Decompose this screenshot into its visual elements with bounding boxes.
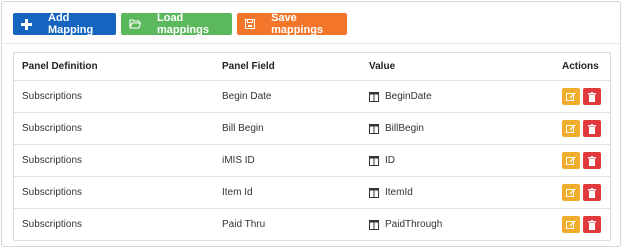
actions-cell [562, 145, 604, 176]
table-column-icon [369, 155, 379, 166]
save-mappings-button[interactable]: Save mappings [237, 12, 347, 36]
panel-field-cell: iMIS ID [222, 155, 255, 166]
column-header-value: Value [369, 61, 396, 72]
column-header-panel-field: Panel Field [222, 61, 275, 72]
value-cell: PaidThrough [369, 209, 442, 240]
panel-definition-cell: Subscriptions [22, 123, 83, 134]
value-text: ItemId [385, 187, 413, 198]
edit-icon [566, 188, 576, 197]
table-column-icon [369, 123, 379, 134]
add-mapping-label: Add Mapping [48, 12, 94, 36]
value-cell: BillBegin [369, 113, 424, 144]
trash-icon [588, 123, 596, 134]
folder-open-icon [129, 18, 141, 30]
table-row: Subscriptions Item Id ItemId [14, 177, 610, 209]
panel-definition-cell: Subscriptions [22, 187, 83, 198]
edit-icon [566, 220, 576, 229]
table-row: Subscriptions Paid Thru PaidThrough [14, 209, 610, 240]
panel-definition-cell: Subscriptions [22, 219, 83, 230]
table-column-icon [369, 187, 379, 198]
panel-field-cell: Paid Thru [222, 219, 266, 230]
trash-icon [588, 155, 596, 166]
toolbar: Add Mapping Load mappings Save mappings [13, 12, 347, 36]
delete-button[interactable] [583, 216, 601, 233]
edit-button[interactable] [562, 120, 580, 137]
table-header: Panel Definition Panel Field Value Actio… [14, 53, 610, 81]
actions-cell [562, 209, 604, 240]
table-column-icon [369, 91, 379, 102]
save-mappings-label: Save mappings [271, 12, 324, 36]
delete-button[interactable] [583, 120, 601, 137]
value-cell: ID [369, 145, 395, 176]
delete-button[interactable] [583, 88, 601, 105]
value-text: ID [385, 155, 395, 166]
table-row: Subscriptions Begin Date BeginDate [14, 81, 610, 113]
panel-definition-cell: Subscriptions [22, 155, 83, 166]
edit-icon [566, 92, 576, 101]
actions-cell [562, 177, 604, 208]
mappings-panel: Add Mapping Load mappings Save mappings … [1, 1, 621, 247]
table-row: Subscriptions Bill Begin BillBegin [14, 113, 610, 145]
load-mappings-button[interactable]: Load mappings [121, 12, 232, 36]
value-text: BeginDate [385, 91, 432, 102]
edit-button[interactable] [562, 216, 580, 233]
edit-icon [566, 156, 576, 165]
value-cell: BeginDate [369, 81, 432, 112]
toolbar-divider [3, 43, 621, 44]
trash-icon [588, 187, 596, 198]
delete-button[interactable] [583, 152, 601, 169]
panel-field-cell: Begin Date [222, 91, 272, 102]
table-row: Subscriptions iMIS ID ID [14, 145, 610, 177]
value-cell: ItemId [369, 177, 413, 208]
mappings-table: Panel Definition Panel Field Value Actio… [13, 52, 611, 241]
panel-field-cell: Bill Begin [222, 123, 264, 134]
actions-cell [562, 81, 604, 112]
load-mappings-label: Load mappings [157, 12, 209, 36]
plus-icon [21, 18, 32, 30]
table-column-icon [369, 219, 379, 230]
value-text: PaidThrough [385, 219, 443, 230]
floppy-disk-icon [245, 18, 256, 30]
edit-icon [566, 124, 576, 133]
trash-icon [588, 91, 596, 102]
column-header-panel-definition: Panel Definition [22, 61, 98, 72]
panel-definition-cell: Subscriptions [22, 91, 83, 102]
column-header-actions: Actions [562, 61, 599, 72]
delete-button[interactable] [583, 184, 601, 201]
edit-button[interactable] [562, 88, 580, 105]
panel-field-cell: Item Id [222, 187, 253, 198]
actions-cell [562, 113, 604, 144]
add-mapping-button[interactable]: Add Mapping [13, 12, 116, 36]
trash-icon [588, 219, 596, 230]
edit-button[interactable] [562, 184, 580, 201]
edit-button[interactable] [562, 152, 580, 169]
value-text: BillBegin [385, 123, 424, 134]
